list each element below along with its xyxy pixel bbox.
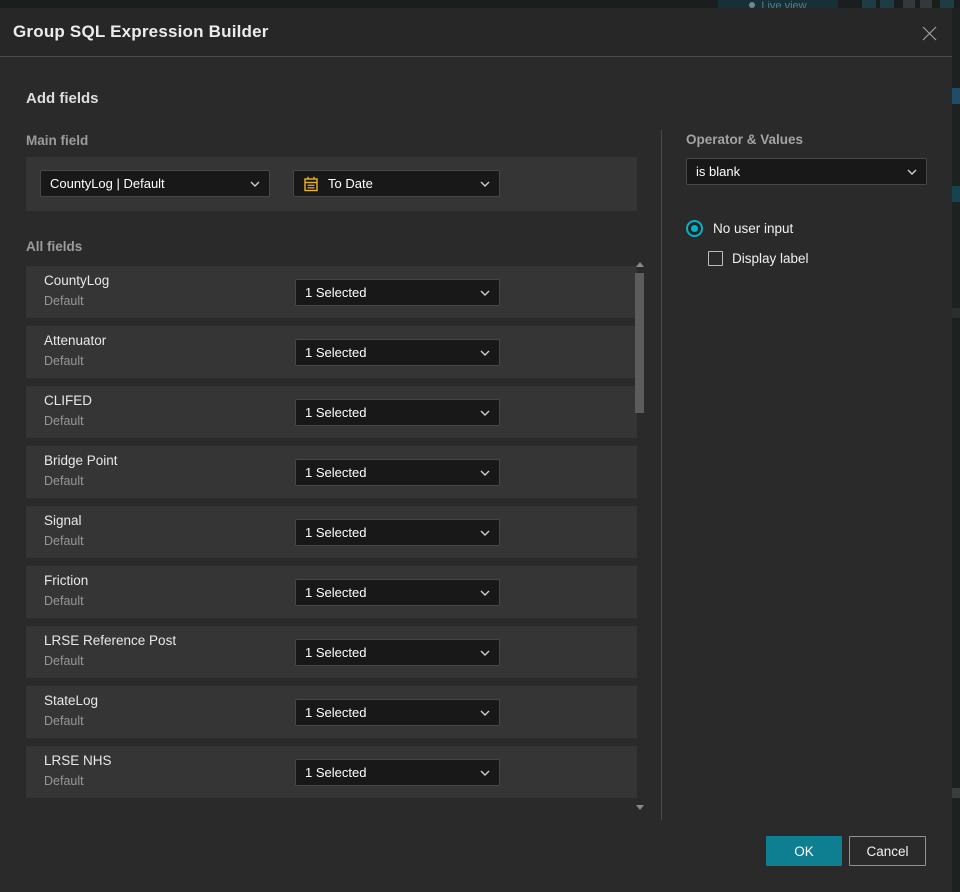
dialog-titlebar: Group SQL Expression Builder (0, 8, 952, 57)
scroll-down-icon[interactable] (636, 805, 644, 810)
field-row: Bridge Point Default 1 Selected (26, 446, 637, 498)
main-field-select-value: CountyLog | Default (50, 176, 165, 191)
cancel-button[interactable]: Cancel (849, 836, 926, 866)
field-row: StateLog Default 1 Selected (26, 686, 637, 738)
field-name: CountyLog (44, 273, 110, 288)
field-name: StateLog (44, 693, 99, 708)
group-sql-expression-builder-dialog: Group SQL Expression Builder Add fields … (0, 8, 952, 892)
background-right-edge (952, 8, 960, 892)
field-row: Signal Default 1 Selected (26, 506, 637, 558)
field-subtitle: Default (44, 534, 84, 548)
operator-select[interactable]: is blank (686, 158, 927, 185)
background-toolbar-chip (903, 0, 915, 8)
field-select-value: 1 Selected (305, 405, 367, 420)
field-subtitle: Default (44, 714, 84, 728)
chevron-down-icon (480, 590, 490, 596)
list-scrollbar[interactable] (633, 260, 647, 812)
field-subtitle: Default (44, 474, 84, 488)
scroll-up-icon[interactable] (636, 262, 644, 267)
date-field-select-value: To Date (328, 176, 373, 191)
field-select[interactable]: 1 Selected (295, 639, 500, 666)
background-toolbar-chip (940, 0, 954, 8)
all-fields-label: All fields (26, 239, 83, 254)
close-button[interactable] (918, 22, 940, 44)
checkbox-unchecked-icon (708, 251, 723, 266)
close-icon (922, 26, 936, 40)
field-select-value: 1 Selected (305, 285, 367, 300)
radio-selected-icon (686, 220, 703, 237)
field-name: LRSE NHS (44, 753, 112, 768)
field-subtitle: Default (44, 654, 84, 668)
field-row: LRSE Reference Post Default 1 Selected (26, 626, 637, 678)
display-label-text: Display label (732, 251, 809, 266)
field-subtitle: Default (44, 354, 84, 368)
field-name: Attenuator (44, 333, 107, 348)
field-select[interactable]: 1 Selected (295, 459, 500, 486)
field-select[interactable]: 1 Selected (295, 339, 500, 366)
field-subtitle: Default (44, 414, 84, 428)
background-toolbar-chip (862, 0, 876, 8)
field-select[interactable]: 1 Selected (295, 279, 500, 306)
field-select-value: 1 Selected (305, 345, 367, 360)
all-fields-list: CountyLog Default 1 Selected Attenuator … (26, 266, 637, 806)
chevron-down-icon (480, 530, 490, 536)
field-name: LRSE Reference Post (44, 633, 177, 648)
calendar-icon (303, 176, 319, 192)
dialog-title: Group SQL Expression Builder (13, 22, 269, 41)
panel-divider (661, 130, 662, 820)
chevron-down-icon (480, 181, 490, 187)
chevron-down-icon (480, 650, 490, 656)
chevron-down-icon (480, 470, 490, 476)
background-toolbar-chip (920, 0, 932, 8)
field-row: CountyLog Default 1 Selected (26, 266, 637, 318)
field-row: CLIFED Default 1 Selected (26, 386, 637, 438)
main-field-panel: CountyLog | Default To Date (26, 157, 637, 211)
field-select[interactable]: 1 Selected (295, 759, 500, 786)
chevron-down-icon (907, 169, 917, 175)
operator-select-value: is blank (696, 164, 741, 179)
field-select-value: 1 Selected (305, 705, 367, 720)
field-select-value: 1 Selected (305, 465, 367, 480)
main-field-label: Main field (26, 133, 89, 148)
operator-values-heading: Operator & Values (686, 132, 804, 147)
date-field-select[interactable]: To Date (293, 170, 500, 197)
field-select[interactable]: 1 Selected (295, 699, 500, 726)
field-select[interactable]: 1 Selected (295, 399, 500, 426)
field-subtitle: Default (44, 774, 84, 788)
add-fields-heading: Add fields (26, 90, 99, 107)
chevron-down-icon (480, 290, 490, 296)
field-subtitle: Default (44, 594, 84, 608)
live-view-label: Live view (761, 0, 807, 8)
chevron-down-icon (480, 770, 490, 776)
no-user-input-radio[interactable]: No user input (686, 220, 793, 237)
background-toolbar-chip (880, 0, 894, 8)
scrollbar-thumb[interactable] (635, 273, 644, 413)
field-row: LRSE NHS Default 1 Selected (26, 746, 637, 798)
background-toolbar: Live view (0, 0, 960, 8)
field-name: CLIFED (44, 393, 93, 408)
field-row: Friction Default 1 Selected (26, 566, 637, 618)
field-select[interactable]: 1 Selected (295, 579, 500, 606)
chevron-down-icon (480, 350, 490, 356)
field-row: Attenuator Default 1 Selected (26, 326, 637, 378)
ok-button[interactable]: OK (766, 836, 842, 866)
field-name: Bridge Point (44, 453, 118, 468)
field-select-value: 1 Selected (305, 765, 367, 780)
chevron-down-icon (480, 410, 490, 416)
field-select-value: 1 Selected (305, 585, 367, 600)
live-view-button[interactable]: Live view (718, 0, 838, 8)
field-name: Friction (44, 573, 89, 588)
field-select-value: 1 Selected (305, 525, 367, 540)
field-name: Signal (44, 513, 82, 528)
field-select-value: 1 Selected (305, 645, 367, 660)
field-subtitle: Default (44, 294, 84, 308)
field-select[interactable]: 1 Selected (295, 519, 500, 546)
chevron-down-icon (480, 710, 490, 716)
main-field-select[interactable]: CountyLog | Default (40, 170, 270, 197)
chevron-down-icon (250, 181, 260, 187)
no-user-input-label: No user input (713, 221, 794, 236)
display-label-checkbox[interactable]: Display label (708, 251, 809, 266)
